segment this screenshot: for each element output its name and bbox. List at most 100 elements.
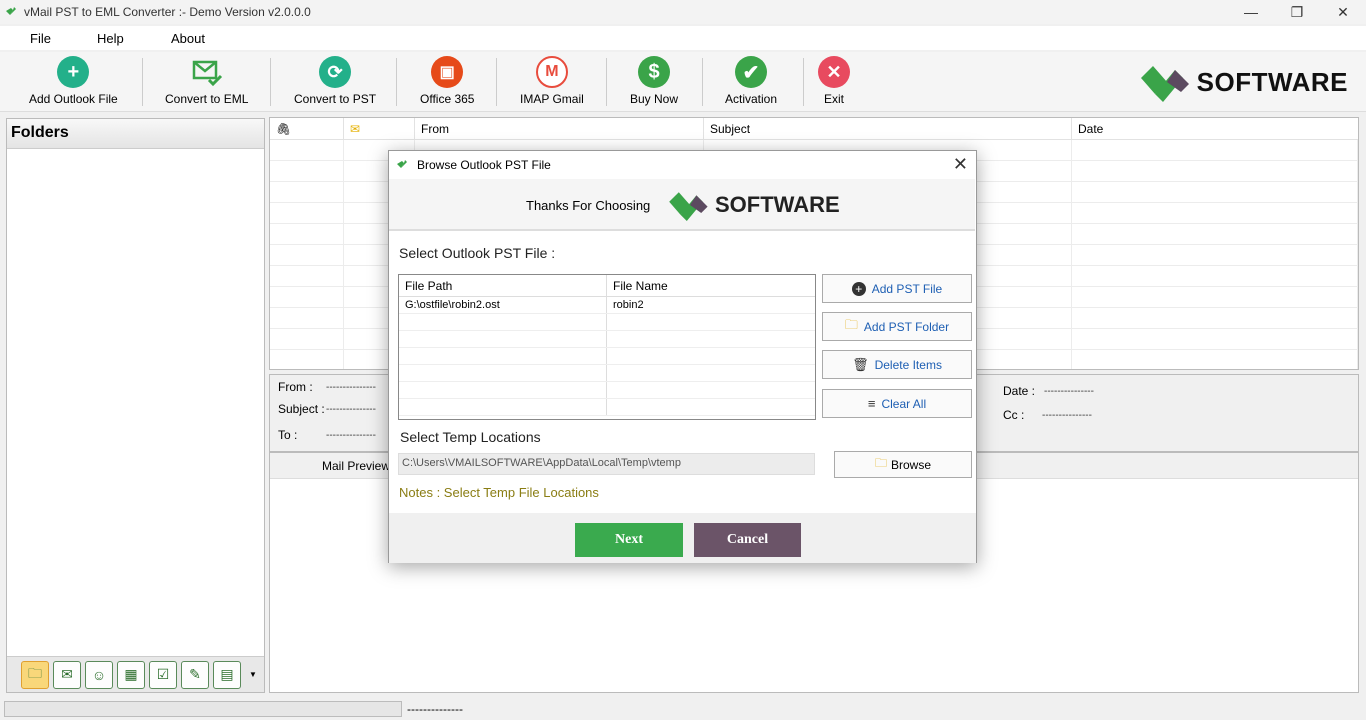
add-pst-file-label: Add PST File: [871, 281, 943, 296]
close-icon[interactable]: ✕: [953, 155, 968, 173]
delete-items-button[interactable]: 🗑 Delete Items: [822, 350, 972, 379]
activation-button[interactable]: ✔ Activation: [725, 56, 777, 106]
browse-button[interactable]: 🗀 Browse: [834, 451, 972, 478]
table-cell: [270, 203, 344, 223]
close-window-button[interactable]: ✕: [1320, 0, 1366, 24]
table-cell: [270, 245, 344, 265]
table-row: [399, 365, 815, 382]
add-pst-folder-button[interactable]: 🗀 Add PST Folder: [822, 312, 972, 341]
add-pst-file-button[interactable]: + Add PST File: [822, 274, 972, 303]
file-path-header[interactable]: File Path: [399, 275, 607, 296]
exit-button[interactable]: ✕ Exit: [818, 56, 850, 106]
file-name-cell: robin2: [613, 299, 644, 311]
tool-label: IMAP Gmail: [520, 92, 584, 106]
table-cell: [270, 161, 344, 181]
read-status-column[interactable]: ✉: [344, 118, 415, 139]
convert-to-eml-button[interactable]: Convert to EML: [165, 56, 248, 106]
table-cell: [607, 331, 815, 347]
tab-mail-preview[interactable]: Mail Preview: [322, 459, 390, 473]
table-cell: [399, 399, 607, 415]
trash-icon: 🗑: [852, 356, 869, 372]
mail-view-icon[interactable]: ✉: [53, 660, 81, 689]
add-outlook-file-button[interactable]: + Add Outlook File: [29, 56, 118, 106]
to-label: To :: [278, 428, 298, 442]
tool-label: Convert to PST: [294, 92, 377, 106]
minimize-button[interactable]: —: [1228, 0, 1274, 24]
tasks-view-icon[interactable]: ☑: [149, 660, 177, 689]
pst-table-header: File Path File Name: [399, 275, 815, 297]
buy-now-button[interactable]: $ Buy Now: [630, 56, 678, 106]
close-icon: ✕: [818, 56, 850, 88]
table-cell: [1072, 182, 1358, 202]
table-cell: [607, 348, 815, 364]
folder-add-icon: 🗀: [844, 316, 858, 332]
table-cell: [270, 287, 344, 307]
notes-text: Notes : Select Temp File Locations: [399, 485, 599, 500]
date-value: ---------------: [1044, 386, 1094, 397]
calendar-view-icon[interactable]: ▦: [117, 660, 145, 689]
menu-about[interactable]: About: [171, 31, 205, 46]
contacts-view-icon[interactable]: ☺: [85, 660, 113, 689]
tool-label: Exit: [823, 92, 844, 106]
pst-file-table: File Path File Name G:\ostfile\robin2.os…: [398, 274, 816, 420]
browse-pst-dialog: Browse Outlook PST File ✕ Thanks For Cho…: [388, 150, 977, 563]
dialog-title: Browse Outlook PST File: [417, 158, 551, 172]
date-label: Date :: [1003, 384, 1036, 398]
brand-mark-icon: [1140, 66, 1189, 102]
table-cell: [607, 314, 815, 330]
brand-mark-icon: [669, 192, 708, 221]
status-bar: --------------: [0, 698, 1366, 720]
attachment-icon: 🖇: [276, 122, 292, 136]
tool-label: Add Outlook File: [29, 92, 118, 106]
cancel-button[interactable]: Cancel: [694, 523, 801, 557]
status-text: --------------: [407, 702, 463, 716]
refresh-icon: ⟳: [319, 56, 352, 88]
restore-button[interactable]: ❐: [1274, 0, 1320, 24]
office-365-button[interactable]: ▣ Office 365: [420, 56, 474, 106]
temp-path-field[interactable]: C:\Users\VMAILSOFTWARE\AppData\Local\Tem…: [398, 453, 815, 475]
attachment-column[interactable]: 🖇: [270, 118, 344, 139]
table-cell: [1072, 308, 1358, 328]
email-check-icon: [192, 60, 222, 87]
table-row: [399, 348, 815, 365]
imap-gmail-button[interactable]: M IMAP Gmail: [520, 56, 584, 106]
table-cell: [1072, 203, 1358, 223]
temp-locations-label: Select Temp Locations: [400, 429, 541, 445]
journal-view-icon[interactable]: ▤: [213, 660, 241, 689]
menu-help[interactable]: Help: [97, 31, 124, 46]
table-cell: [270, 308, 344, 328]
table-row: [399, 331, 815, 348]
to-value: ---------------: [326, 430, 376, 441]
folder-view-icon[interactable]: 🗀: [21, 660, 49, 689]
delete-items-label: Delete Items: [874, 357, 942, 372]
date-column[interactable]: Date: [1072, 118, 1358, 139]
subject-column[interactable]: Subject: [704, 118, 1072, 139]
add-pst-folder-label: Add PST Folder: [863, 319, 950, 334]
table-cell: [270, 329, 344, 349]
cc-value: ---------------: [1042, 410, 1092, 421]
convert-to-pst-button[interactable]: ⟳ Convert to PST: [294, 56, 376, 106]
table-cell: [399, 382, 607, 398]
tool-label: Activation: [725, 92, 778, 106]
menu-bar: File Help About: [0, 26, 1366, 50]
chevron-down-icon[interactable]: ▼: [249, 670, 257, 679]
table-row[interactable]: G:\ostfile\robin2.ost robin2: [399, 297, 815, 314]
from-column[interactable]: From: [415, 118, 704, 139]
add-icon: +: [57, 56, 90, 88]
table-cell: [270, 224, 344, 244]
dollar-icon: $: [638, 56, 671, 88]
clear-all-label: Clear All: [881, 396, 927, 411]
brand-text: SOFTWARE: [1196, 66, 1348, 97]
menu-file[interactable]: File: [30, 31, 51, 46]
table-cell: [607, 399, 815, 415]
dialog-brand-text: SOFTWARE: [715, 192, 840, 217]
from-value: ---------------: [326, 382, 376, 393]
clear-all-button[interactable]: ≡ Clear All: [822, 389, 972, 418]
dialog-title-bar: Browse Outlook PST File ✕: [389, 151, 976, 179]
file-name-header[interactable]: File Name: [607, 275, 815, 296]
table-cell: [399, 331, 607, 347]
notes-view-icon[interactable]: ✎: [181, 660, 209, 689]
table-cell: [270, 140, 344, 160]
cc-label: Cc :: [1003, 408, 1025, 422]
next-button[interactable]: Next: [575, 523, 683, 557]
